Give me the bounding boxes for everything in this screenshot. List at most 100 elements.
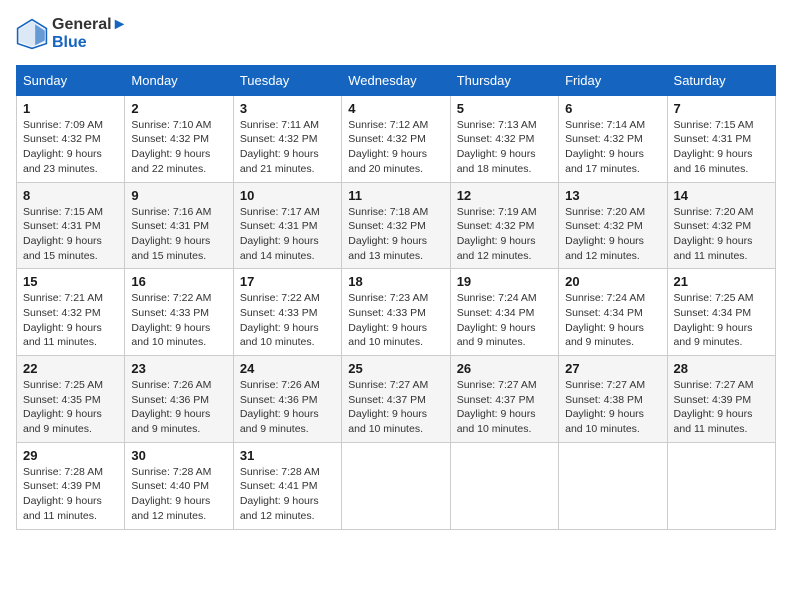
day-number: 30 bbox=[131, 448, 226, 463]
day-cell-1: 1 Sunrise: 7:09 AM Sunset: 4:32 PM Dayli… bbox=[17, 95, 125, 182]
day-cell-18: 18 Sunrise: 7:23 AM Sunset: 4:33 PM Dayl… bbox=[342, 269, 450, 356]
day-cell-3: 3 Sunrise: 7:11 AM Sunset: 4:32 PM Dayli… bbox=[233, 95, 341, 182]
day-number: 2 bbox=[131, 101, 226, 116]
day-number: 22 bbox=[23, 361, 118, 376]
day-cell-30: 30 Sunrise: 7:28 AM Sunset: 4:40 PM Dayl… bbox=[125, 442, 233, 529]
day-cell-5: 5 Sunrise: 7:13 AM Sunset: 4:32 PM Dayli… bbox=[450, 95, 558, 182]
day-cell-4: 4 Sunrise: 7:12 AM Sunset: 4:32 PM Dayli… bbox=[342, 95, 450, 182]
day-cell-13: 13 Sunrise: 7:20 AM Sunset: 4:32 PM Dayl… bbox=[559, 182, 667, 269]
day-number: 15 bbox=[23, 274, 118, 289]
day-info: Sunrise: 7:17 AM Sunset: 4:31 PM Dayligh… bbox=[240, 205, 335, 264]
weekday-header-tuesday: Tuesday bbox=[233, 65, 341, 95]
day-info: Sunrise: 7:16 AM Sunset: 4:31 PM Dayligh… bbox=[131, 205, 226, 264]
empty-cell bbox=[450, 442, 558, 529]
weekday-header-monday: Monday bbox=[125, 65, 233, 95]
day-cell-25: 25 Sunrise: 7:27 AM Sunset: 4:37 PM Dayl… bbox=[342, 356, 450, 443]
day-info: Sunrise: 7:18 AM Sunset: 4:32 PM Dayligh… bbox=[348, 205, 443, 264]
day-info: Sunrise: 7:13 AM Sunset: 4:32 PM Dayligh… bbox=[457, 118, 552, 177]
day-cell-6: 6 Sunrise: 7:14 AM Sunset: 4:32 PM Dayli… bbox=[559, 95, 667, 182]
day-cell-14: 14 Sunrise: 7:20 AM Sunset: 4:32 PM Dayl… bbox=[667, 182, 775, 269]
day-cell-23: 23 Sunrise: 7:26 AM Sunset: 4:36 PM Dayl… bbox=[125, 356, 233, 443]
day-info: Sunrise: 7:27 AM Sunset: 4:38 PM Dayligh… bbox=[565, 378, 660, 437]
day-number: 29 bbox=[23, 448, 118, 463]
day-number: 31 bbox=[240, 448, 335, 463]
day-number: 28 bbox=[674, 361, 769, 376]
logo-icon bbox=[16, 18, 48, 50]
day-info: Sunrise: 7:15 AM Sunset: 4:31 PM Dayligh… bbox=[674, 118, 769, 177]
day-number: 26 bbox=[457, 361, 552, 376]
day-info: Sunrise: 7:22 AM Sunset: 4:33 PM Dayligh… bbox=[131, 291, 226, 350]
day-cell-24: 24 Sunrise: 7:26 AM Sunset: 4:36 PM Dayl… bbox=[233, 356, 341, 443]
day-info: Sunrise: 7:09 AM Sunset: 4:32 PM Dayligh… bbox=[23, 118, 118, 177]
day-cell-29: 29 Sunrise: 7:28 AM Sunset: 4:39 PM Dayl… bbox=[17, 442, 125, 529]
day-cell-8: 8 Sunrise: 7:15 AM Sunset: 4:31 PM Dayli… bbox=[17, 182, 125, 269]
empty-cell bbox=[342, 442, 450, 529]
empty-cell bbox=[667, 442, 775, 529]
day-info: Sunrise: 7:11 AM Sunset: 4:32 PM Dayligh… bbox=[240, 118, 335, 177]
day-info: Sunrise: 7:27 AM Sunset: 4:37 PM Dayligh… bbox=[348, 378, 443, 437]
day-number: 12 bbox=[457, 188, 552, 203]
day-info: Sunrise: 7:24 AM Sunset: 4:34 PM Dayligh… bbox=[565, 291, 660, 350]
day-info: Sunrise: 7:24 AM Sunset: 4:34 PM Dayligh… bbox=[457, 291, 552, 350]
day-cell-11: 11 Sunrise: 7:18 AM Sunset: 4:32 PM Dayl… bbox=[342, 182, 450, 269]
day-info: Sunrise: 7:28 AM Sunset: 4:40 PM Dayligh… bbox=[131, 465, 226, 524]
day-cell-27: 27 Sunrise: 7:27 AM Sunset: 4:38 PM Dayl… bbox=[559, 356, 667, 443]
day-info: Sunrise: 7:14 AM Sunset: 4:32 PM Dayligh… bbox=[565, 118, 660, 177]
day-number: 19 bbox=[457, 274, 552, 289]
day-info: Sunrise: 7:28 AM Sunset: 4:39 PM Dayligh… bbox=[23, 465, 118, 524]
day-info: Sunrise: 7:25 AM Sunset: 4:35 PM Dayligh… bbox=[23, 378, 118, 437]
day-number: 4 bbox=[348, 101, 443, 116]
weekday-header-wednesday: Wednesday bbox=[342, 65, 450, 95]
day-number: 27 bbox=[565, 361, 660, 376]
day-cell-10: 10 Sunrise: 7:17 AM Sunset: 4:31 PM Dayl… bbox=[233, 182, 341, 269]
day-number: 17 bbox=[240, 274, 335, 289]
day-number: 16 bbox=[131, 274, 226, 289]
day-info: Sunrise: 7:21 AM Sunset: 4:32 PM Dayligh… bbox=[23, 291, 118, 350]
day-cell-17: 17 Sunrise: 7:22 AM Sunset: 4:33 PM Dayl… bbox=[233, 269, 341, 356]
page-header: General► Blue bbox=[16, 16, 776, 53]
day-info: Sunrise: 7:19 AM Sunset: 4:32 PM Dayligh… bbox=[457, 205, 552, 264]
day-number: 3 bbox=[240, 101, 335, 116]
day-number: 5 bbox=[457, 101, 552, 116]
day-number: 13 bbox=[565, 188, 660, 203]
day-number: 11 bbox=[348, 188, 443, 203]
day-cell-9: 9 Sunrise: 7:16 AM Sunset: 4:31 PM Dayli… bbox=[125, 182, 233, 269]
day-info: Sunrise: 7:26 AM Sunset: 4:36 PM Dayligh… bbox=[240, 378, 335, 437]
day-cell-21: 21 Sunrise: 7:25 AM Sunset: 4:34 PM Dayl… bbox=[667, 269, 775, 356]
day-cell-19: 19 Sunrise: 7:24 AM Sunset: 4:34 PM Dayl… bbox=[450, 269, 558, 356]
weekday-header-saturday: Saturday bbox=[667, 65, 775, 95]
day-info: Sunrise: 7:27 AM Sunset: 4:39 PM Dayligh… bbox=[674, 378, 769, 437]
day-info: Sunrise: 7:15 AM Sunset: 4:31 PM Dayligh… bbox=[23, 205, 118, 264]
day-info: Sunrise: 7:22 AM Sunset: 4:33 PM Dayligh… bbox=[240, 291, 335, 350]
day-cell-7: 7 Sunrise: 7:15 AM Sunset: 4:31 PM Dayli… bbox=[667, 95, 775, 182]
day-cell-20: 20 Sunrise: 7:24 AM Sunset: 4:34 PM Dayl… bbox=[559, 269, 667, 356]
day-info: Sunrise: 7:26 AM Sunset: 4:36 PM Dayligh… bbox=[131, 378, 226, 437]
day-cell-26: 26 Sunrise: 7:27 AM Sunset: 4:37 PM Dayl… bbox=[450, 356, 558, 443]
weekday-header-thursday: Thursday bbox=[450, 65, 558, 95]
day-cell-15: 15 Sunrise: 7:21 AM Sunset: 4:32 PM Dayl… bbox=[17, 269, 125, 356]
day-number: 23 bbox=[131, 361, 226, 376]
weekday-header-friday: Friday bbox=[559, 65, 667, 95]
day-number: 21 bbox=[674, 274, 769, 289]
day-info: Sunrise: 7:28 AM Sunset: 4:41 PM Dayligh… bbox=[240, 465, 335, 524]
day-number: 1 bbox=[23, 101, 118, 116]
empty-cell bbox=[559, 442, 667, 529]
day-info: Sunrise: 7:27 AM Sunset: 4:37 PM Dayligh… bbox=[457, 378, 552, 437]
day-info: Sunrise: 7:20 AM Sunset: 4:32 PM Dayligh… bbox=[565, 205, 660, 264]
calendar-table: SundayMondayTuesdayWednesdayThursdayFrid… bbox=[16, 65, 776, 530]
day-number: 7 bbox=[674, 101, 769, 116]
day-cell-31: 31 Sunrise: 7:28 AM Sunset: 4:41 PM Dayl… bbox=[233, 442, 341, 529]
day-number: 24 bbox=[240, 361, 335, 376]
day-number: 14 bbox=[674, 188, 769, 203]
day-number: 10 bbox=[240, 188, 335, 203]
day-number: 6 bbox=[565, 101, 660, 116]
day-number: 25 bbox=[348, 361, 443, 376]
day-number: 8 bbox=[23, 188, 118, 203]
day-info: Sunrise: 7:23 AM Sunset: 4:33 PM Dayligh… bbox=[348, 291, 443, 350]
day-number: 9 bbox=[131, 188, 226, 203]
day-cell-2: 2 Sunrise: 7:10 AM Sunset: 4:32 PM Dayli… bbox=[125, 95, 233, 182]
logo: General► Blue bbox=[16, 16, 127, 53]
day-info: Sunrise: 7:10 AM Sunset: 4:32 PM Dayligh… bbox=[131, 118, 226, 177]
day-info: Sunrise: 7:20 AM Sunset: 4:32 PM Dayligh… bbox=[674, 205, 769, 264]
day-cell-16: 16 Sunrise: 7:22 AM Sunset: 4:33 PM Dayl… bbox=[125, 269, 233, 356]
